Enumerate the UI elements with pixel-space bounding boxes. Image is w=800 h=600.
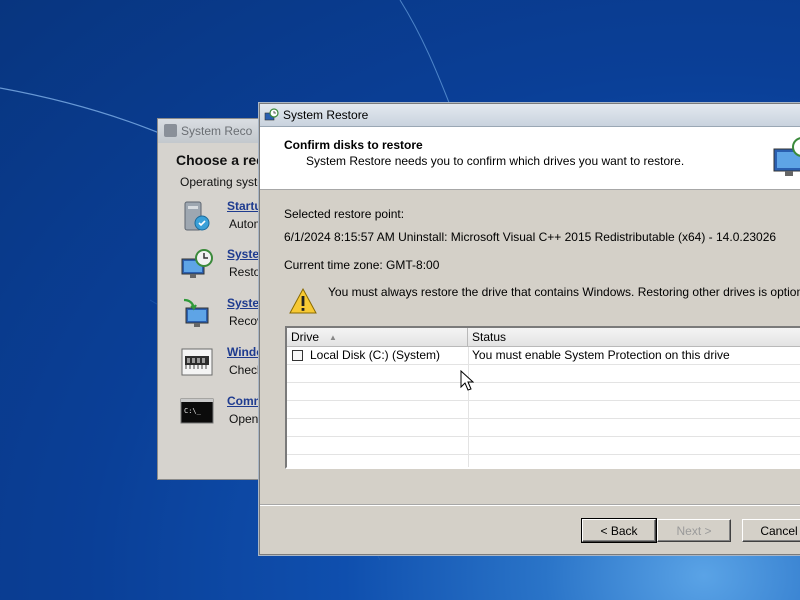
header-subtitle: System Restore needs you to confirm whic… (306, 154, 685, 168)
command-prompt-icon: C:\_ (180, 398, 214, 424)
recovery-window-icon (164, 124, 177, 137)
column-header-status[interactable]: Status (468, 328, 800, 346)
recovery-item-desc: Check (229, 363, 264, 377)
header-title: Confirm disks to restore (284, 138, 423, 152)
warning-icon (289, 287, 317, 314)
table-row-empty (287, 437, 800, 455)
current-timezone: Current time zone: GMT-8:00 (284, 258, 440, 272)
cancel-button[interactable]: Cancel (742, 519, 800, 542)
drives-table-header: Drive ▲ Status (287, 328, 800, 347)
table-row-empty (287, 383, 800, 401)
drive-status: You must enable System Protection on thi… (472, 348, 730, 362)
startup-repair-icon (184, 201, 210, 231)
button-area-separator (260, 504, 800, 506)
next-button[interactable]: Next > (657, 519, 731, 542)
column-header-drive[interactable]: Drive ▲ (287, 328, 468, 346)
column-header-drive-label: Drive (291, 330, 320, 344)
recovery-window-title: System Reco (181, 124, 253, 138)
memory-diagnostic-icon (181, 348, 213, 376)
recovery-item-command-prompt[interactable]: C:\_ Comm Open a (180, 394, 266, 434)
recovery-item-link[interactable]: Syste (227, 296, 259, 310)
drive-checkbox[interactable] (292, 350, 303, 361)
back-button[interactable]: < Back (581, 518, 657, 543)
recovery-item-system-image[interactable]: Syste Recov (180, 296, 266, 336)
table-row-empty (287, 419, 800, 437)
dialog-titlebar[interactable]: System Restore (260, 104, 800, 127)
restore-point-description: 6/1/2024 8:15:57 AM Uninstall: Microsoft… (284, 230, 777, 244)
recovery-item-memory-diagnostic[interactable]: Windo Check (180, 345, 266, 385)
selected-restore-point-label: Selected restore point: (284, 207, 405, 221)
column-header-status-label: Status (472, 330, 507, 344)
system-recovery-options-window: System Reco Choose a rec Operating syste… (157, 118, 267, 480)
drives-table: Drive ▲ Status Local Disk (C:) (System) Y… (285, 326, 800, 469)
recovery-item-desc: Recov (229, 314, 264, 328)
recovery-item-link[interactable]: Syste (227, 247, 259, 261)
mouse-cursor-icon (460, 370, 474, 391)
recovery-subtitle: Operating syster (180, 175, 267, 189)
dialog-title: System Restore (283, 108, 369, 122)
warning-message: You must always restore the drive that c… (328, 285, 800, 299)
recovery-item-link[interactable]: Startu (227, 199, 262, 213)
table-row-empty (287, 365, 800, 383)
recovery-window-titlebar: System Reco (158, 119, 266, 143)
table-row[interactable]: Local Disk (C:) (System) You must enable… (287, 347, 800, 365)
recovery-item-startup-repair[interactable]: Startu Autom (180, 199, 266, 239)
system-restore-icon (181, 249, 213, 278)
recovery-heading: Choose a rec (176, 152, 264, 168)
system-restore-title-icon (264, 108, 279, 121)
system-image-recovery-icon (183, 298, 209, 327)
recovery-item-system-restore[interactable]: Syste Restor (180, 247, 266, 287)
system-restore-dialog: System Restore Confirm disks to restore … (259, 103, 800, 555)
sort-ascending-icon: ▲ (329, 333, 337, 342)
table-row-empty (287, 401, 800, 419)
svg-text:C:\_: C:\_ (184, 407, 202, 415)
drive-name: Local Disk (C:) (System) (310, 348, 441, 362)
dialog-header: Confirm disks to restore System Restore … (260, 127, 800, 190)
system-restore-header-icon (773, 137, 800, 176)
